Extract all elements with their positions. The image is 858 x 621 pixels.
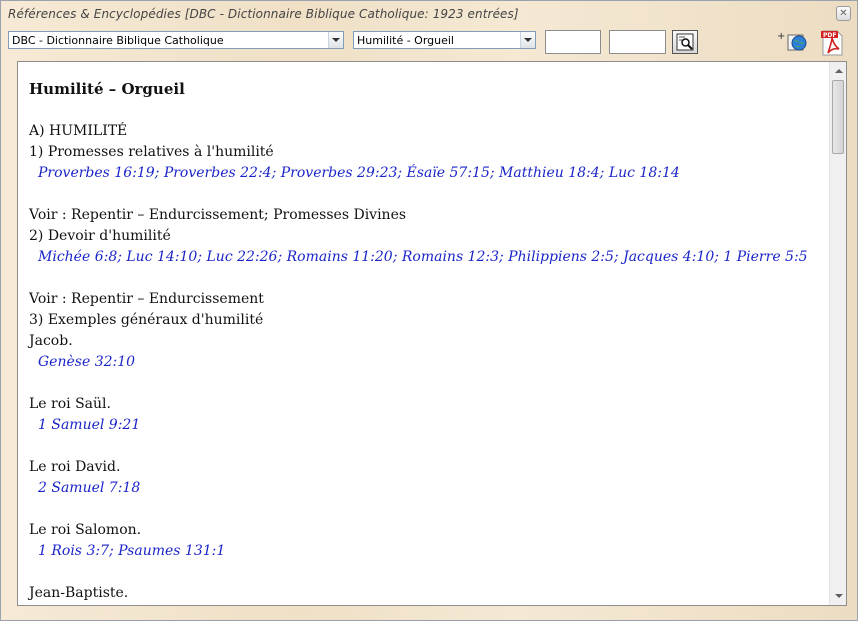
search-input-2[interactable] <box>609 30 666 54</box>
entry-text-line: Voir : Repentir – Endurcissement; Promes… <box>29 207 407 223</box>
search-icon <box>676 33 694 51</box>
entry-select-value: Humilité - Orgueil <box>357 33 454 47</box>
entry-text-line: 2) Devoir d'humilité <box>29 228 171 244</box>
content-panel[interactable]: Humilité – Orgueil A) HUMILITÉ 1) Promess… <box>17 61 847 606</box>
scripture-reference-link[interactable]: Michée 6:8; Luc 14:10; Luc 22:26; Romain… <box>29 247 829 268</box>
entry-text-line: Voir : Repentir – Endurcissement <box>29 291 264 307</box>
search-button[interactable] <box>672 30 698 54</box>
entry-text-line: Le roi Salomon. <box>29 522 142 538</box>
entry-text-line: 3) Exemples généraux d'humilité <box>29 312 264 328</box>
scripture-reference-link[interactable]: 1 Samuel 9:21 <box>29 415 829 436</box>
scripture-reference-link[interactable]: Genèse 32:10 <box>29 352 829 373</box>
add-web-button[interactable] <box>785 30 809 54</box>
entry-text-line: Le roi Saül. <box>29 396 111 412</box>
entry-text-line: Jean-Baptiste. <box>29 585 129 601</box>
scripture-reference-link[interactable]: Proverbes 16:19; Proverbes 22:4; Proverb… <box>29 163 829 184</box>
entry-text-line: Le roi David. <box>29 459 121 475</box>
close-icon: ✕ <box>839 7 848 19</box>
entry-text-line: 1) Promesses relatives à l'humilité <box>29 144 274 160</box>
add-web-icon <box>787 34 807 51</box>
scroll-down-arrow-icon[interactable] <box>831 588 846 604</box>
entry-heading: Humilité – Orgueil <box>29 80 185 98</box>
pdf-export-button[interactable]: PDF <box>819 29 845 57</box>
toolbar: DBC - Dictionnaire Biblique Catholique H… <box>1 29 857 57</box>
title-bar[interactable]: Références & Encyclopédies [DBC - Dictio… <box>1 1 857 27</box>
entry-text-line: Jacob. <box>29 333 73 349</box>
chevron-down-icon[interactable] <box>520 32 535 48</box>
scroll-thumb[interactable] <box>832 80 844 154</box>
chevron-down-icon[interactable] <box>328 32 343 48</box>
entry-content: Humilité – Orgueil A) HUMILITÉ 1) Promess… <box>18 62 829 605</box>
references-window: Références & Encyclopédies [DBC - Dictio… <box>0 0 858 621</box>
scroll-up-arrow-icon[interactable] <box>831 63 846 79</box>
dictionary-select-value: DBC - Dictionnaire Biblique Catholique <box>12 33 224 47</box>
dictionary-select[interactable]: DBC - Dictionnaire Biblique Catholique <box>8 31 344 49</box>
vertical-scrollbar[interactable] <box>829 62 846 605</box>
close-button[interactable]: ✕ <box>836 6 851 21</box>
pdf-label: PDF <box>823 32 837 39</box>
search-input-1[interactable] <box>545 30 601 54</box>
scripture-reference-link[interactable]: 2 Samuel 7:18 <box>29 478 829 499</box>
scripture-reference-link[interactable]: 1 Rois 3:7; Psaumes 131:1 <box>29 541 829 562</box>
window-title: Références & Encyclopédies [DBC - Dictio… <box>8 7 519 21</box>
entry-text-line: A) HUMILITÉ <box>29 123 128 139</box>
entry-select[interactable]: Humilité - Orgueil <box>353 31 536 49</box>
